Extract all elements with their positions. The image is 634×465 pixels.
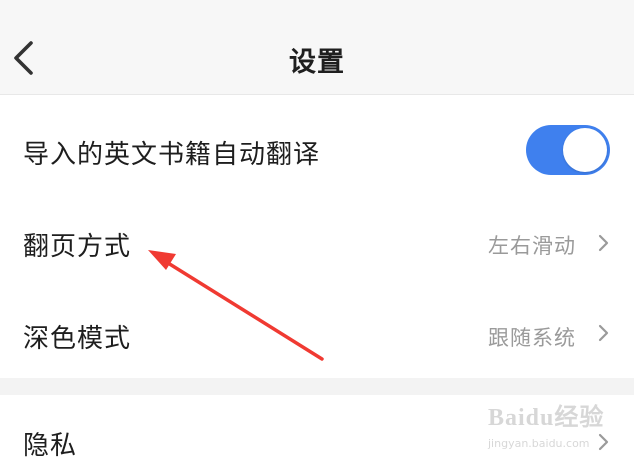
- watermark: Baidu经验 jingyan.baidu.com: [488, 397, 628, 459]
- watermark-line1: Baidu经验: [488, 405, 605, 431]
- section-divider: [0, 378, 634, 395]
- chevron-right-icon: [598, 234, 609, 252]
- setting-page-turn[interactable]: 翻页方式 左右滑动: [0, 194, 634, 286]
- top-bar: 设置: [0, 0, 634, 95]
- watermark-line2: jingyan.baidu.com: [488, 437, 590, 450]
- setting-auto-translate-label: 导入的英文书籍自动翻译: [23, 140, 321, 170]
- setting-page-turn-label: 翻页方式: [23, 232, 132, 262]
- chevron-right-icon: [598, 324, 609, 342]
- setting-dark-mode-label: 深色模式: [23, 324, 132, 354]
- setting-privacy-label: 隐私: [23, 431, 78, 461]
- setting-dark-mode[interactable]: 深色模式 跟随系统: [0, 286, 634, 378]
- toggle-knob: [563, 128, 607, 172]
- setting-dark-mode-value: 跟随系统: [488, 326, 576, 350]
- page-title: 设置: [289, 47, 345, 78]
- setting-page-turn-value: 左右滑动: [488, 234, 576, 258]
- auto-translate-toggle[interactable]: [526, 125, 610, 175]
